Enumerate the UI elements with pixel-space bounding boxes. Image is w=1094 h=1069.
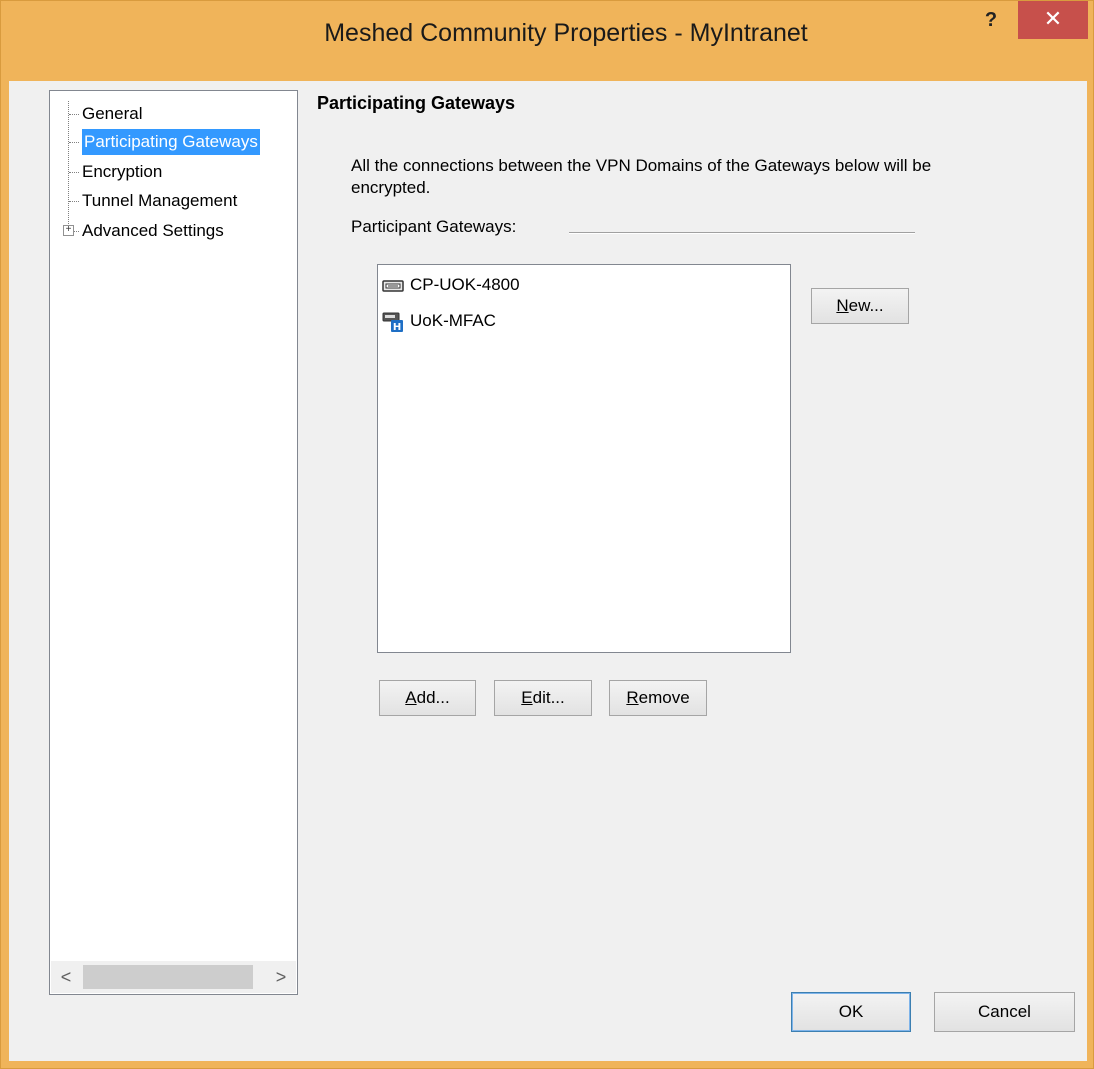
tree-item-general[interactable]: General [82,101,142,127]
scrollbar-thumb[interactable] [83,965,253,989]
ok-button[interactable]: OK [791,992,911,1032]
list-item[interactable]: CP-UOK-4800 [382,272,520,298]
tree-item-encryption[interactable]: Encryption [82,159,162,185]
group-divider [569,232,915,234]
window-title: Meshed Community Properties - MyIntranet [324,19,808,47]
expand-icon[interactable]: + [63,225,74,236]
edit-button[interactable]: Edit... [494,680,592,716]
scroll-left-icon[interactable]: < [51,965,81,989]
tree-line [68,101,69,236]
svg-text:H: H [393,322,401,333]
tree-line [69,201,79,202]
tree-item-tunnel-management[interactable]: Tunnel Management [82,188,237,214]
gateway-cluster-icon: H [382,312,403,333]
tree-horizontal-scrollbar[interactable]: < > [51,961,296,993]
tree-line [69,142,79,143]
gateway-name: UoK-MFAC [410,311,496,330]
new-button[interactable]: New... [811,288,909,324]
close-icon: ✕ [1043,6,1063,31]
add-button[interactable]: Add... [379,680,476,716]
participant-gateways-label: Participant Gateways: [351,217,517,236]
tree-line [69,172,79,173]
tree-item-advanced-settings[interactable]: Advanced Settings [82,218,224,244]
dialog-body: General Participating Gateways Encryptio… [9,81,1087,1061]
scroll-right-icon[interactable]: > [266,965,296,989]
description-text: All the connections between the VPN Doma… [351,156,932,197]
tree-item-participating-gateways[interactable]: Participating Gateways [82,129,260,155]
title-bar[interactable]: Meshed Community Properties - MyIntranet… [1,1,1093,81]
section-title: Participating Gateways [317,93,516,113]
cancel-button[interactable]: Cancel [934,992,1075,1032]
close-button[interactable]: ✕ [1018,1,1088,39]
remove-button[interactable]: Remove [609,680,707,716]
gateway-name: CP-UOK-4800 [410,275,520,294]
navigation-tree[interactable]: General Participating Gateways Encryptio… [49,90,298,995]
help-button[interactable]: ? [969,5,1013,39]
list-item[interactable]: H UoK-MFAC [382,308,496,334]
dialog-window: Meshed Community Properties - MyIntranet… [0,0,1094,1069]
gateways-list[interactable]: CP-UOK-4800 H UoK-MFAC [377,264,791,653]
tree-line [69,114,79,115]
gateway-appliance-icon [382,279,404,292]
